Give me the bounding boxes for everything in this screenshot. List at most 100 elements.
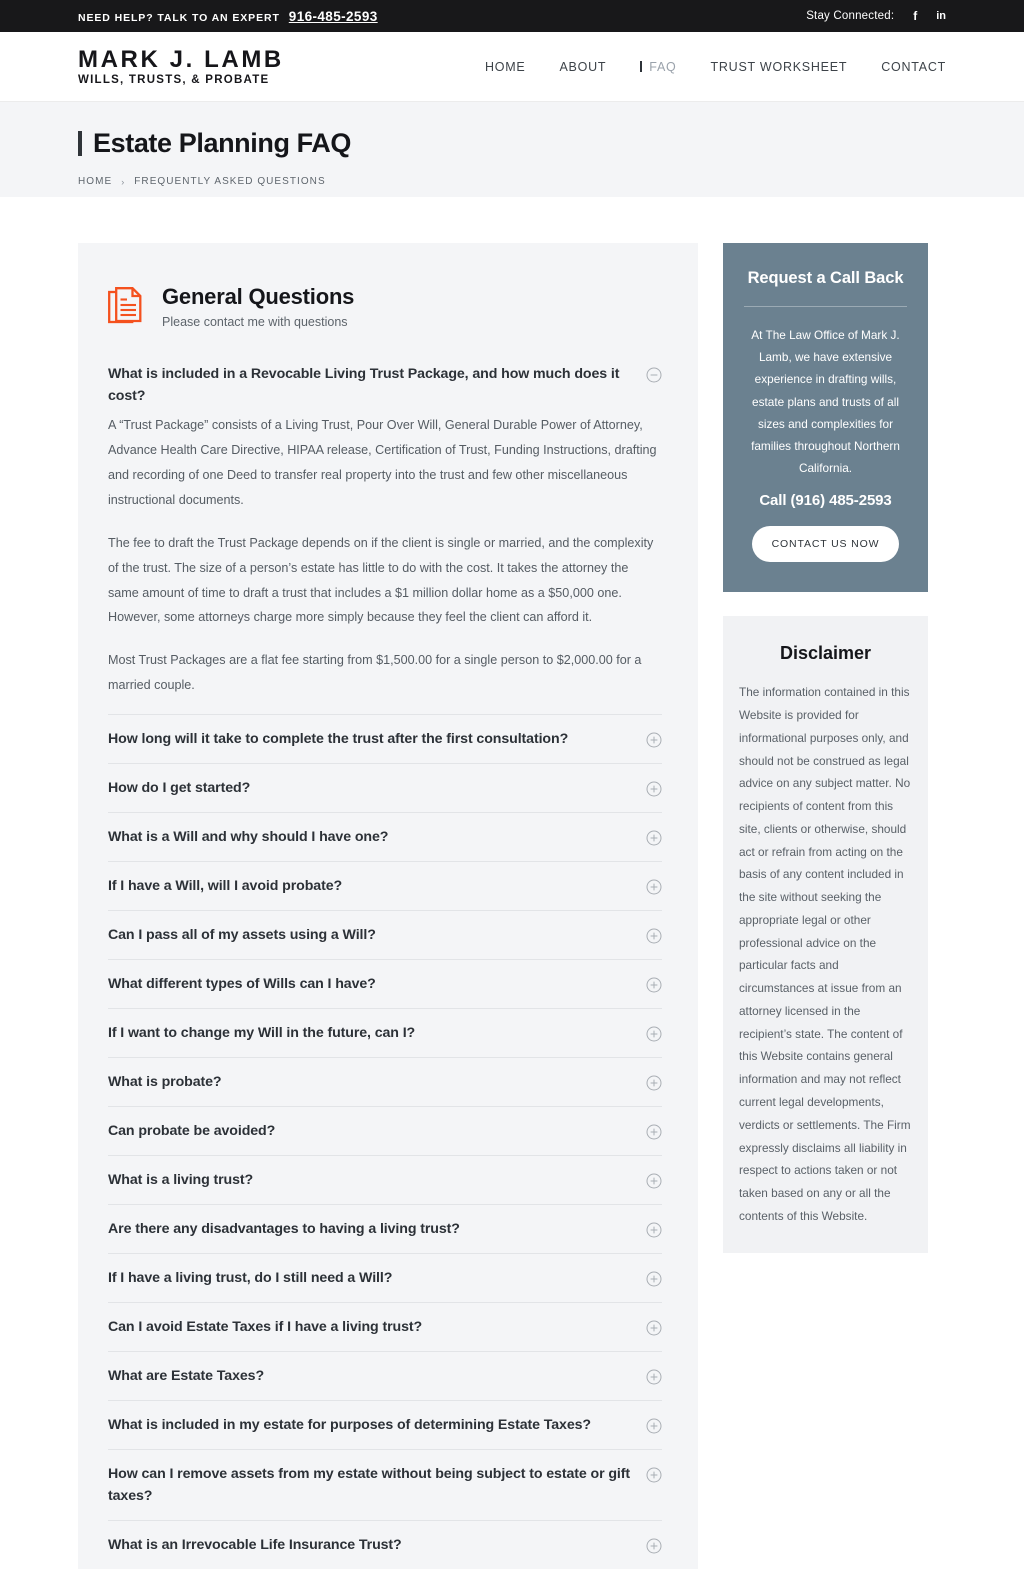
- faq-question-text: What is included in a Revocable Living T…: [108, 366, 620, 404]
- callback-description: At The Law Office of Mark J. Lamb, we ha…: [751, 328, 900, 476]
- nav-label-trust-worksheet: TRUST WORKSHEET: [710, 59, 848, 74]
- faq-accordion-list: What is included in a Revocable Living T…: [108, 350, 662, 1569]
- faq-question-row[interactable]: What is probate?: [108, 1058, 662, 1106]
- social-group: Stay Connected: f in: [806, 9, 946, 23]
- plus-circle-icon[interactable]: [646, 1467, 662, 1483]
- breadcrumb: HOME › FREQUENTLY ASKED QUESTIONS: [78, 176, 946, 187]
- faq-question-text: If I want to change my Will in the futur…: [108, 1025, 416, 1042]
- faq-item: What are Estate Taxes?: [108, 1352, 662, 1402]
- faq-answer: A “Trust Package” consists of a Living T…: [108, 413, 662, 714]
- facebook-icon[interactable]: f: [913, 9, 917, 23]
- faq-item: What is probate?: [108, 1058, 662, 1108]
- faq-question-row[interactable]: If I want to change my Will in the futur…: [108, 1009, 662, 1057]
- nav-label-faq: FAQ: [649, 59, 677, 74]
- faq-item: How do I get started?: [108, 764, 662, 814]
- faq-question-row[interactable]: If I have a Will, will I avoid probate?: [108, 862, 662, 910]
- faq-question-text: Can I pass all of my assets using a Will…: [108, 927, 376, 944]
- faq-answer-paragraph: A “Trust Package” consists of a Living T…: [108, 418, 657, 507]
- breadcrumb-home[interactable]: HOME: [78, 176, 112, 187]
- top-phone-link[interactable]: 916-485-2593: [289, 9, 378, 24]
- faq-question-text: What different types of Wills can I have…: [108, 976, 376, 993]
- contact-us-now-button[interactable]: CONTACT US NOW: [751, 526, 900, 563]
- logo-tagline-text: WILLS, TRUSTS, & PROBATE: [78, 74, 270, 87]
- site-logo[interactable]: MARK J. LAMB WILLS, TRUSTS, & PROBATE: [78, 47, 284, 86]
- linkedin-icon[interactable]: in: [936, 10, 946, 22]
- faq-question-row[interactable]: Are there any disadvantages to having a …: [108, 1205, 662, 1253]
- faq-item: If I have a Will, will I avoid probate?: [108, 862, 662, 912]
- nav-item-contact[interactable]: CONTACT: [881, 60, 946, 74]
- stay-connected-label: Stay Connected:: [806, 10, 895, 22]
- plus-circle-icon[interactable]: [646, 732, 662, 748]
- faq-question-row[interactable]: What are Estate Taxes?: [108, 1352, 662, 1400]
- disclaimer-text: The information contained in this Websit…: [739, 685, 911, 1223]
- faq-item: What is an Irrevocable Life Insurance Tr…: [108, 1521, 662, 1569]
- faq-question-row[interactable]: What is a living trust?: [108, 1156, 662, 1204]
- plus-circle-icon[interactable]: [646, 977, 662, 993]
- logo-primary-text: MARK J. LAMB: [78, 45, 284, 73]
- nav-label-contact: CONTACT: [881, 59, 946, 74]
- faq-item: What different types of Wills can I have…: [108, 960, 662, 1010]
- faq-item: What is included in a Revocable Living T…: [108, 350, 662, 716]
- faq-question-text: How can I remove assets from my estate w…: [108, 1466, 630, 1505]
- faq-question-row[interactable]: Can probate be avoided?: [108, 1107, 662, 1155]
- faq-question-text: Are there any disadvantages to having a …: [108, 1221, 460, 1238]
- faq-question-row[interactable]: Can I avoid Estate Taxes if I have a liv…: [108, 1303, 662, 1351]
- page-title: Estate Planning FAQ: [93, 128, 351, 158]
- plus-circle-icon[interactable]: [646, 1026, 662, 1042]
- faq-question-text: If I have a living trust, do I still nee…: [108, 1270, 393, 1287]
- nav-item-home[interactable]: HOME: [485, 60, 526, 74]
- faq-item: How can I remove assets from my estate w…: [108, 1450, 662, 1522]
- callback-title: Request a Call Back: [747, 269, 904, 287]
- plus-circle-icon[interactable]: [646, 1369, 662, 1385]
- plus-circle-icon[interactable]: [646, 1173, 662, 1189]
- plus-circle-icon[interactable]: [646, 1320, 662, 1336]
- faq-item: Can probate be avoided?: [108, 1107, 662, 1157]
- plus-circle-icon[interactable]: [646, 1222, 662, 1238]
- plus-circle-icon[interactable]: [646, 879, 662, 895]
- faq-question-row[interactable]: What is an Irrevocable Life Insurance Tr…: [108, 1521, 662, 1569]
- callback-divider: [744, 306, 907, 307]
- faq-section-title: General Questions: [162, 284, 355, 309]
- faq-question-row[interactable]: What different types of Wills can I have…: [108, 960, 662, 1008]
- faq-question-text: What is a Will and why should I have one…: [108, 829, 389, 846]
- callback-phone: Call (916) 485-2593: [759, 492, 892, 510]
- faq-item: If I want to change my Will in the futur…: [108, 1009, 662, 1059]
- document-icon: [108, 287, 142, 330]
- minus-circle-icon[interactable]: [646, 367, 662, 383]
- title-accent-bar: [78, 131, 82, 156]
- site-header: MARK J. LAMB WILLS, TRUSTS, & PROBATE HO…: [0, 32, 1024, 102]
- faq-question-row[interactable]: Can I pass all of my assets using a Will…: [108, 911, 662, 959]
- faq-item: Can I pass all of my assets using a Will…: [108, 911, 662, 961]
- page-body: General Questions Please contact me with…: [0, 197, 1024, 1569]
- faq-question-row[interactable]: What is included in a Revocable Living T…: [108, 350, 662, 413]
- faq-section-heading-text: General Questions Please contact me with…: [162, 284, 354, 329]
- faq-question-row[interactable]: What is included in my estate for purpos…: [108, 1401, 662, 1449]
- faq-question-row[interactable]: If I have a living trust, do I still nee…: [108, 1254, 662, 1302]
- plus-circle-icon[interactable]: [646, 1124, 662, 1140]
- faq-item: How long will it take to complete the tr…: [108, 715, 662, 765]
- faq-question-row[interactable]: How do I get started?: [108, 764, 662, 812]
- plus-circle-icon[interactable]: [646, 928, 662, 944]
- faq-section-subtitle: Please contact me with questions: [162, 315, 348, 330]
- nav-item-faq[interactable]: FAQ: [640, 60, 676, 74]
- faq-question-text: How do I get started?: [108, 780, 251, 797]
- faq-question-text: Can probate be avoided?: [108, 1123, 276, 1140]
- faq-answer-paragraph: The fee to draft the Trust Package depen…: [108, 535, 654, 625]
- faq-question-text: What is an Irrevocable Life Insurance Tr…: [108, 1537, 402, 1554]
- plus-circle-icon[interactable]: [646, 781, 662, 797]
- plus-circle-icon[interactable]: [646, 1538, 662, 1554]
- plus-circle-icon[interactable]: [646, 830, 662, 846]
- page-title-row: Estate Planning FAQ: [78, 128, 946, 159]
- faq-question-row[interactable]: What is a Will and why should I have one…: [108, 813, 662, 861]
- plus-circle-icon[interactable]: [646, 1271, 662, 1287]
- plus-circle-icon[interactable]: [646, 1075, 662, 1091]
- faq-question-text: Can I avoid Estate Taxes if I have a liv…: [108, 1319, 423, 1336]
- nav-item-about[interactable]: ABOUT: [559, 60, 606, 74]
- plus-circle-icon[interactable]: [646, 1418, 662, 1434]
- faq-question-row[interactable]: How can I remove assets from my estate w…: [108, 1450, 662, 1520]
- disclaimer-widget: Disclaimer The information contained in …: [723, 616, 928, 1253]
- need-help-label: NEED HELP? TALK TO AN EXPERT: [78, 11, 280, 24]
- faq-question-row[interactable]: How long will it take to complete the tr…: [108, 715, 662, 763]
- faq-item: Can I avoid Estate Taxes if I have a liv…: [108, 1303, 662, 1353]
- nav-item-trust-worksheet[interactable]: TRUST WORKSHEET: [711, 60, 848, 74]
